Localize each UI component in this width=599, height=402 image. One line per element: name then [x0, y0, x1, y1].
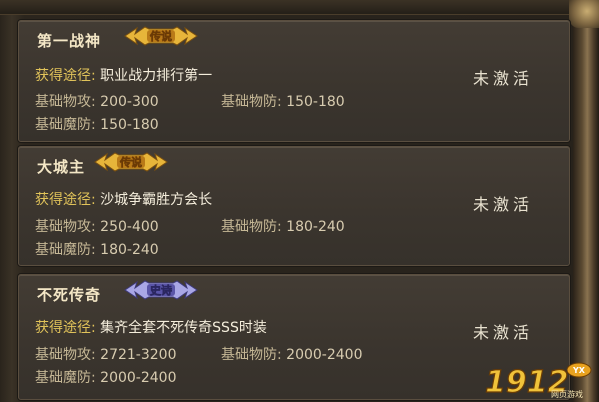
site-watermark-logo: 1912 YX 网页游戏 [484, 362, 592, 400]
defense-row: 基础物防: 2000-2400 [221, 344, 362, 364]
defense-label: 基础物防: [221, 219, 282, 235]
defense-value: 2000-2400 [286, 347, 363, 363]
defense-value: 180-240 [286, 219, 345, 235]
attack-label: 基础物攻: [35, 347, 96, 363]
source-row: 获得途径: 沙城争霸胜方会长 [35, 189, 212, 209]
attack-value: 2721-3200 [100, 347, 177, 363]
magic-row: 基础魔防: 150-180 [35, 114, 159, 134]
magic-value: 180-240 [100, 242, 159, 258]
magic-value: 150-180 [100, 117, 159, 133]
attack-row: 基础物攻: 250-400 [35, 216, 159, 236]
magic-row: 基础魔防: 180-240 [35, 239, 159, 259]
source-label: 获得途径: [35, 68, 96, 84]
legend-badge-icon: 传说 [94, 152, 168, 172]
frame-ornament [569, 0, 599, 28]
defense-value: 150-180 [286, 94, 345, 110]
source-value: 职业战力排行第一 [100, 68, 213, 84]
attack-row: 基础物攻: 2721-3200 [35, 344, 176, 364]
title-card-first-war-god[interactable]: 第一战神 传说 获得途径: 职业战力排行第一 基础物攻: 200-300 基础物… [18, 20, 570, 142]
card-title: 不死传奇 [37, 286, 102, 304]
magic-value: 2000-2400 [100, 370, 177, 386]
badge-text: 传说 [149, 29, 172, 43]
legend-badge-icon: 传说 [124, 26, 198, 46]
activation-status: 未激活 [472, 323, 533, 342]
title-card-city-lord[interactable]: 大城主 传说 获得途径: 沙城争霸胜方会长 基础物攻: 250-400 基础物防… [18, 146, 570, 266]
source-value: 集齐全套不死传奇SSS时装 [100, 320, 267, 336]
source-row: 获得途径: 集齐全套不死传奇SSS时装 [35, 317, 267, 337]
source-row: 获得途径: 职业战力排行第一 [35, 65, 212, 85]
magic-label: 基础魔防: [35, 242, 96, 258]
magic-label: 基础魔防: [35, 117, 96, 133]
attack-row: 基础物攻: 200-300 [35, 91, 159, 111]
defense-row: 基础物防: 180-240 [221, 216, 345, 236]
watermark-tag: YX [572, 366, 586, 375]
attack-label: 基础物攻: [35, 219, 96, 235]
attack-value: 200-300 [100, 94, 159, 110]
source-label: 获得途径: [35, 192, 96, 208]
source-value: 沙城争霸胜方会长 [100, 192, 213, 208]
magic-label: 基础魔防: [35, 370, 96, 386]
card-title: 大城主 [37, 158, 86, 176]
defense-row: 基础物防: 150-180 [221, 91, 345, 111]
defense-label: 基础物防: [221, 94, 282, 110]
activation-status: 未激活 [472, 195, 533, 214]
badge-text: 史诗 [150, 283, 172, 297]
card-title: 第一战神 [37, 32, 102, 50]
activation-status: 未激活 [472, 69, 533, 88]
right-frame-bar [573, 0, 599, 402]
magic-row: 基础魔防: 2000-2400 [35, 367, 176, 387]
attack-value: 250-400 [100, 219, 159, 235]
source-label: 获得途径: [35, 320, 96, 336]
epic-badge-icon: 史诗 [124, 280, 198, 300]
defense-label: 基础物防: [221, 347, 282, 363]
watermark-sub: 网页游戏 [551, 389, 583, 399]
badge-text: 传说 [119, 155, 142, 169]
top-border [0, 0, 573, 15]
attack-label: 基础物攻: [35, 94, 96, 110]
